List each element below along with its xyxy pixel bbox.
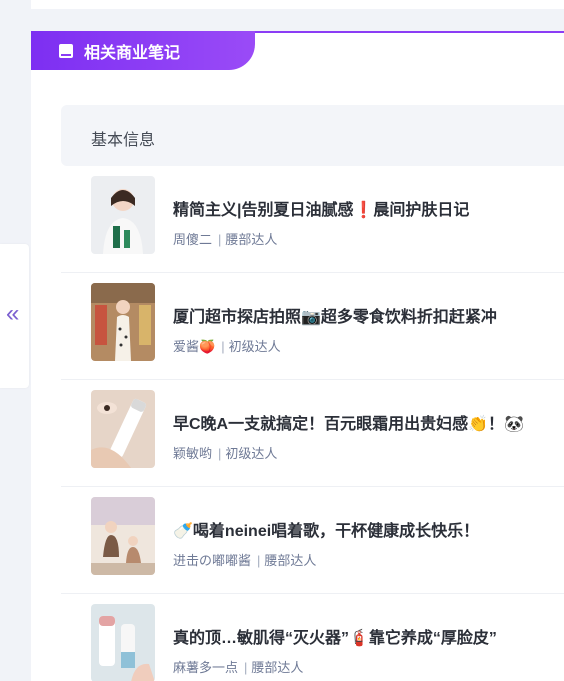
note-item[interactable]: 厦门超市探店拍照📷超多零食饮料折扣赶紧冲 爱酱🍑 | 初级达人 <box>61 273 564 380</box>
note-title[interactable]: 厦门超市探店拍照📷超多零食饮料折扣赶紧冲 <box>173 303 497 327</box>
note-thumbnail[interactable] <box>91 176 155 254</box>
influencer-level: 初级达人 <box>225 446 278 461</box>
note-title[interactable]: 精简主义|告别夏日油腻感❗晨间护肤日记 <box>173 196 469 220</box>
author-name[interactable]: 颖敏哟 <box>173 446 212 461</box>
section-title: 相关商业笔记 <box>84 44 181 62</box>
influencer-level: 腰部达人 <box>225 232 278 247</box>
note-meta: 进击の嘟嘟酱 | 腰部达人 <box>173 553 317 568</box>
note-meta: 周傻二 | 腰部达人 <box>173 232 278 247</box>
influencer-level: 腰部达人 <box>251 660 304 675</box>
top-strip <box>31 0 564 9</box>
book-icon <box>59 43 73 58</box>
note-thumbnail[interactable] <box>91 497 155 575</box>
author-name[interactable]: 麻薯多一点 <box>173 660 238 675</box>
basic-info-box: 基本信息 <box>61 105 564 166</box>
note-list: 精简主义|告别夏日油腻感❗晨间护肤日记 周傻二 | 腰部达人 厦门超市探店拍照📷超多… <box>61 166 564 681</box>
note-meta: 爱酱🍑 | 初级达人 <box>173 339 281 354</box>
double-chevron-left-icon: « <box>6 300 20 327</box>
author-name[interactable]: 爱酱🍑 <box>173 339 215 354</box>
business-notes-panel: 相关商业笔记 基本信息 精简主义|告别夏日油腻感❗晨间护肤日记 周傻二 | 腰部达人 <box>31 31 564 681</box>
note-item[interactable]: 早C晚A一支就搞定！百元眼霜用出贵妇感👏！🐼 颖敏哟 | 初级达人 <box>61 380 564 487</box>
note-meta: 颖敏哟 | 初级达人 <box>173 446 278 461</box>
author-name[interactable]: 进击の嘟嘟酱 <box>173 553 251 568</box>
influencer-level: 初级达人 <box>228 339 281 354</box>
note-meta: 麻薯多一点 | 腰部达人 <box>173 660 304 675</box>
note-title[interactable]: 🍼喝着neinei唱着歌，干杯健康成长快乐！ <box>173 517 479 541</box>
section-header: 相关商业笔记 <box>31 31 564 70</box>
note-item[interactable]: 精简主义|告别夏日油腻感❗晨间护肤日记 周傻二 | 腰部达人 <box>61 166 564 273</box>
basic-info-label: 基本信息 <box>91 132 156 149</box>
note-thumbnail[interactable] <box>91 604 155 681</box>
collapse-sidebar-button[interactable]: « <box>0 244 29 388</box>
note-thumbnail[interactable] <box>91 390 155 468</box>
note-title[interactable]: 真的顶…敏肌得“灭火器”🧯靠它养成“厚脸皮” <box>173 624 497 648</box>
note-item[interactable]: 🍼喝着neinei唱着歌，干杯健康成长快乐！ 进击の嘟嘟酱 | 腰部达人 <box>61 487 564 594</box>
influencer-level: 腰部达人 <box>264 553 317 568</box>
section-tab: 相关商业笔记 <box>31 31 255 70</box>
note-thumbnail[interactable] <box>91 283 155 361</box>
note-title[interactable]: 早C晚A一支就搞定！百元眼霜用出贵妇感👏！🐼 <box>173 410 524 434</box>
author-name[interactable]: 周傻二 <box>173 232 212 247</box>
note-item[interactable]: 真的顶…敏肌得“灭火器”🧯靠它养成“厚脸皮” 麻薯多一点 | 腰部达人 <box>61 594 564 681</box>
